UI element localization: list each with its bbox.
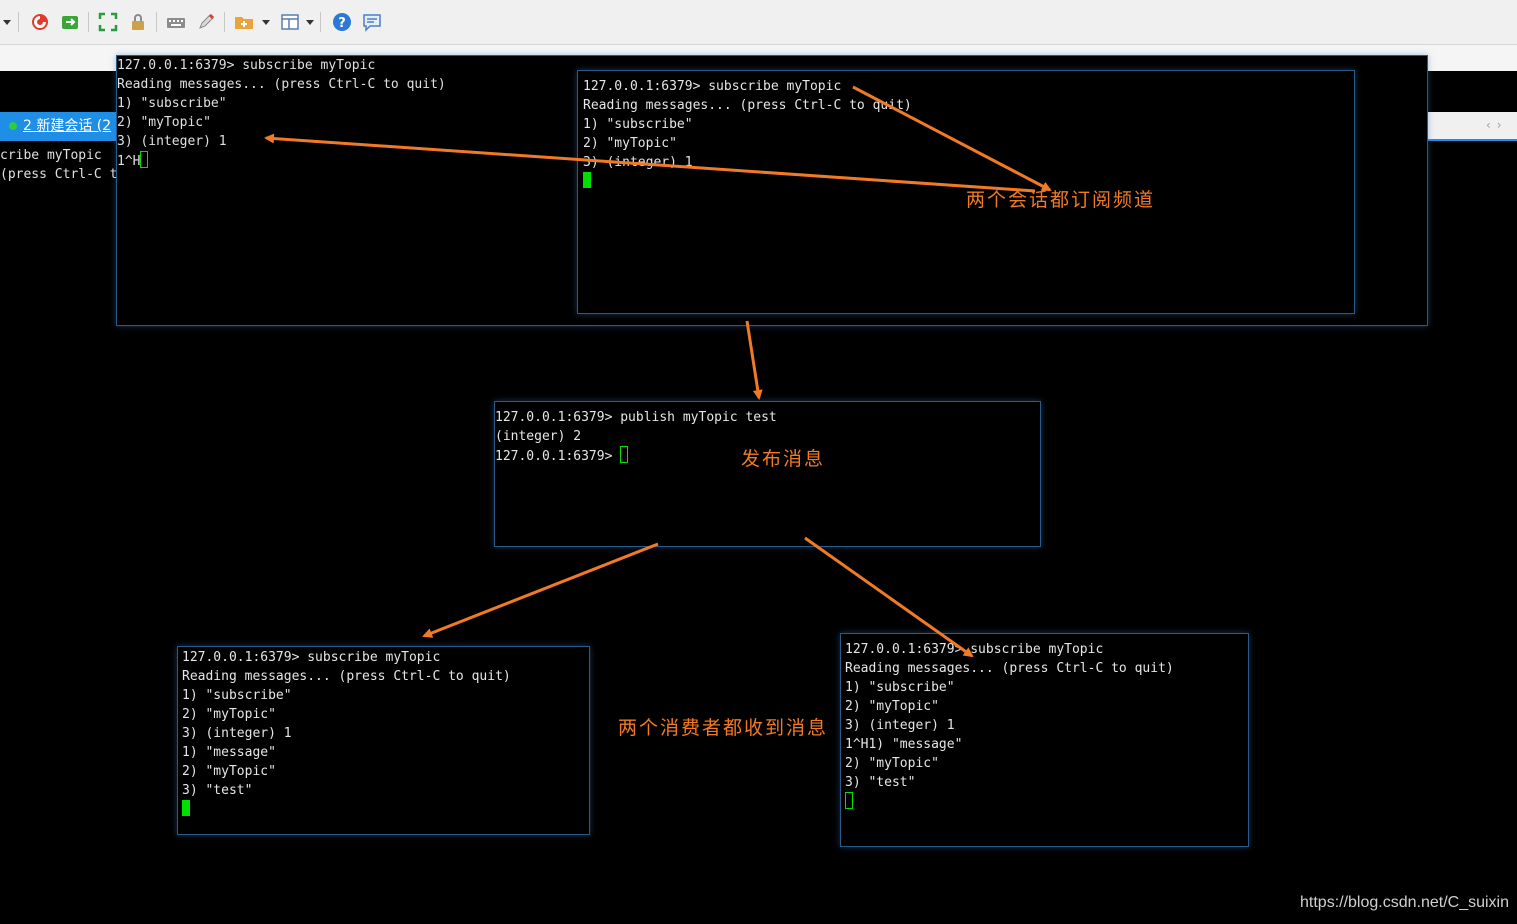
terminal-line: 2) "myTopic" <box>182 764 276 779</box>
terminal-consumer-2[interactable]: 127.0.0.1:6379> subscribe myTopic Readin… <box>840 633 1249 847</box>
terminal-line-cursor: 127.0.0.1:6379> <box>495 446 629 466</box>
terminal-line: Reading messages... (press Ctrl-C to qui… <box>182 669 511 684</box>
terminal-line: 1^H1) "message" <box>845 737 963 752</box>
terminal-line: 1) "message" <box>182 745 276 760</box>
terminal-publisher[interactable]: 127.0.0.1:6379> publish myTopic test (in… <box>494 401 1041 547</box>
session-tab-active[interactable]: 2 新建会话 (2 <box>0 112 118 141</box>
terminal-line: 2) "myTopic" <box>117 115 211 130</box>
terminal-line: 127.0.0.1:6379> subscribe myTopic <box>117 58 376 73</box>
keyboard-icon[interactable] <box>166 12 186 32</box>
terminal-line-cursor <box>845 792 853 812</box>
terminal-line: 3) (integer) 1 <box>583 155 693 170</box>
terminal-consumer-1[interactable]: 127.0.0.1:6379> subscribe myTopic Readin… <box>177 646 590 835</box>
help-icon[interactable]: ? <box>332 12 352 32</box>
text-cursor <box>140 151 149 168</box>
annotation-receive: 两个消费者都收到消息 <box>618 717 829 739</box>
terminal-line: 127.0.0.1:6379> subscribe myTopic <box>845 642 1104 657</box>
new-folder-icon[interactable] <box>234 12 254 32</box>
terminal-line: 3) "test" <box>182 783 253 798</box>
connected-dot-icon <box>9 122 17 130</box>
toolbar-separator <box>18 12 19 32</box>
terminal-line: 127.0.0.1:6379> <box>495 449 621 464</box>
terminal-line: 3) (integer) 1 <box>845 718 955 733</box>
edge-line: (press Ctrl-C t <box>0 167 118 182</box>
background-terminal-text: cribe myTopic (press Ctrl-C t <box>0 146 117 184</box>
transfer-icon[interactable] <box>60 12 80 32</box>
arrow-to-consumer1 <box>422 542 659 638</box>
terminal-line: Reading messages... (press Ctrl-C to qui… <box>583 98 912 113</box>
terminal-line: 3) (integer) 1 <box>182 726 292 741</box>
terminal-line: 127.0.0.1:6379> publish myTopic test <box>495 410 777 425</box>
terminal-line-cursor: 1^H <box>117 151 149 171</box>
terminal-line: 1) "subscribe" <box>182 688 292 703</box>
toolbar-separator <box>88 12 89 32</box>
terminal-line: 1) "subscribe" <box>583 117 693 132</box>
terminal-line: 2) "myTopic" <box>845 699 939 714</box>
terminal-line-cursor <box>583 172 591 191</box>
toolbar-separator <box>224 12 225 32</box>
text-cursor <box>583 172 591 188</box>
dropdown-caret-icon[interactable] <box>3 20 11 25</box>
terminal-line: 3) (integer) 1 <box>117 134 227 149</box>
session-tab-label: 2 新建会话 (2 <box>23 118 112 134</box>
terminal-line: 1) "subscribe" <box>845 680 955 695</box>
terminal-line: 2) "myTopic" <box>182 707 276 722</box>
terminal-line: Reading messages... (press Ctrl-C to qui… <box>117 77 446 92</box>
annotation-subscribe: 两个会话都订阅频道 <box>966 189 1156 211</box>
terminal-line: 127.0.0.1:6379> subscribe myTopic <box>182 650 441 665</box>
toolbar-separator <box>320 12 321 32</box>
text-cursor <box>182 800 190 816</box>
swirl-icon[interactable] <box>30 12 50 32</box>
terminal-line: Reading messages... (press Ctrl-C to qui… <box>845 661 1174 676</box>
terminal-line-cursor <box>182 800 190 819</box>
text-cursor <box>620 446 629 463</box>
text-cursor <box>845 792 853 809</box>
dropdown-caret-icon[interactable] <box>306 20 314 25</box>
terminal-line: 3) "test" <box>845 775 916 790</box>
arrow-to-publisher <box>745 320 763 400</box>
chat-icon[interactable] <box>362 12 382 32</box>
watermark: https://blog.csdn.net/C_suixin <box>1300 894 1510 911</box>
lock-icon[interactable] <box>128 12 148 32</box>
terminal-line: 2) "myTopic" <box>583 136 677 151</box>
toolbar-separator <box>156 12 157 32</box>
terminal-line: (integer) 2 <box>495 429 582 444</box>
terminal-line: 127.0.0.1:6379> subscribe myTopic <box>583 79 842 94</box>
tab-scroll-arrows-icon[interactable]: ‹› <box>1486 118 1508 132</box>
terminal-line: 2) "myTopic" <box>845 756 939 771</box>
dropdown-caret-icon[interactable] <box>262 20 270 25</box>
toolbar: ? <box>0 0 1517 45</box>
fullscreen-icon[interactable] <box>98 12 118 32</box>
terminal-line: 1^H <box>117 154 141 169</box>
edge-line: cribe myTopic <box>0 148 102 163</box>
annotation-publish: 发布消息 <box>741 448 826 470</box>
terminal-line: 1) "subscribe" <box>117 96 227 111</box>
highlight-pen-icon[interactable] <box>196 12 216 32</box>
layout-icon[interactable] <box>280 12 300 32</box>
svg-text:?: ? <box>338 16 346 31</box>
